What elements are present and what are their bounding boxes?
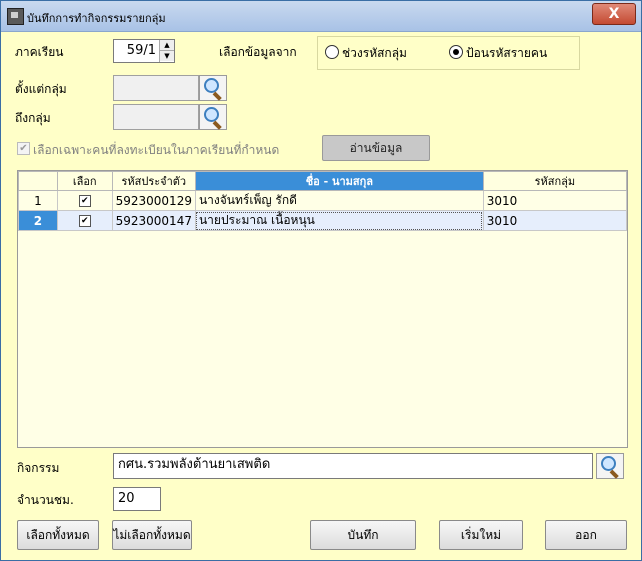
reset-button[interactable]: เริ่มใหม่ [439,520,523,550]
to-group-field[interactable] [113,104,199,130]
radio-range[interactable] [325,45,339,59]
title-bar: บันทึกการทำกิจกรรมรายกลุ่ม X [1,1,641,32]
row-checkbox[interactable]: ✔ [78,215,91,227]
grid-header-row: เลือก รหัสประจำตัว ชื่อ - นามสกุล รหัสกล… [18,171,628,191]
semester-value: 59/1 [126,43,156,58]
from-group-label: ตั้งแต่กลุ่ม [15,82,67,96]
row-select-cell[interactable]: ✔ [56,190,113,211]
registered-only-label: เลือกเฉพาะคนที่ลงทะเบียนในภาคเรียนที่กำห… [33,143,280,157]
from-group-search-icon[interactable] [199,75,227,101]
registered-only-checkbox[interactable]: ✔ [17,142,30,155]
save-button[interactable]: บันทึก [310,520,416,550]
window-title: บันทึกการทำกิจกรรมรายกลุ่ม [27,12,166,25]
hours-label: จำนวนชม. [17,493,74,507]
radio-range-label[interactable]: ช่วงรหัสกลุ่ม [342,44,407,63]
table-row[interactable]: 2 ✔ 5923000147 นายประมาณ เนื้อหนุน 3010 [18,210,628,231]
select-from-label: เลือกข้อมูลจาก [219,45,297,59]
header-select[interactable]: เลือก [56,171,113,191]
semester-stepper[interactable]: 59/1 ▲ ▼ [113,39,175,63]
select-source-group: ช่วงรหัสกลุ่ม ป้อนรหัสรายคน [317,36,580,70]
to-group-search-icon[interactable] [199,104,227,130]
student-name-cell: นางจันทร์เพ็ญ รักดี [194,190,484,211]
student-id-cell: 5923000147 [111,210,196,231]
group-code-cell: 3010 [482,210,628,231]
header-name[interactable]: ชื่อ - นามสกุล [194,171,484,191]
stepper-up-icon[interactable]: ▲ [160,40,174,51]
select-all-button[interactable]: เลือกทั้งหมด [17,520,99,550]
read-data-button[interactable]: อ่านข้อมูล [322,135,430,161]
stepper-buttons: ▲ ▼ [159,40,174,62]
student-id-cell: 5923000129 [111,190,196,211]
radio-individual[interactable] [449,45,463,59]
from-group-field[interactable] [113,75,199,101]
exit-button[interactable]: ออก [545,520,627,550]
student-name-cell: นายประมาณ เนื้อหนุน [194,210,484,231]
app-icon [7,8,24,25]
header-rownum [18,171,58,191]
hours-input[interactable]: 20 [113,487,161,511]
row-select-cell[interactable]: ✔ [56,210,113,231]
row-checkbox[interactable]: ✔ [78,195,91,207]
to-group-label: ถึงกลุ่ม [15,111,51,125]
main-window: บันทึกการทำกิจกรรมรายกลุ่ม X ภาคเรียน 59… [0,0,642,561]
activity-label: กิจกรรม [17,461,60,475]
stepper-down-icon[interactable]: ▼ [160,51,174,61]
table-row[interactable]: 1 ✔ 5923000129 นางจันทร์เพ็ญ รักดี 3010 [18,190,628,211]
activity-search-icon[interactable] [596,453,624,479]
radio-individual-label[interactable]: ป้อนรหัสรายคน [466,44,547,63]
group-code-cell: 3010 [482,190,628,211]
header-group[interactable]: รหัสกลุ่ม [482,171,628,191]
close-button[interactable]: X [592,3,636,25]
activity-input[interactable]: กศน.รวมพลังต้านยาเสพติด [113,453,593,479]
student-grid: เลือก รหัสประจำตัว ชื่อ - นามสกุล รหัสกล… [17,170,628,448]
semester-label: ภาคเรียน [15,45,64,59]
deselect-all-button[interactable]: ไม่เลือกทั้งหมด [112,520,192,550]
row-number: 2 [18,210,58,231]
row-number: 1 [18,190,58,211]
header-student-id[interactable]: รหัสประจำตัว [111,171,196,191]
